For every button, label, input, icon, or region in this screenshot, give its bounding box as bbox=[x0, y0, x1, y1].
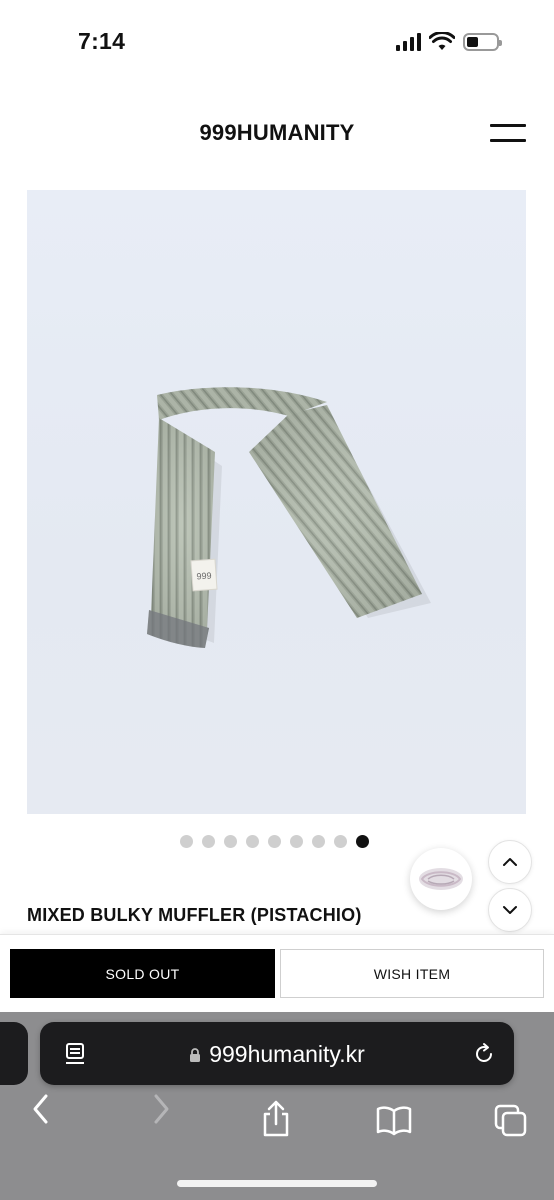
knit-scarf-photo: 999 bbox=[147, 387, 431, 648]
forward-icon[interactable] bbox=[150, 1092, 172, 1126]
scroll-up-button[interactable] bbox=[488, 840, 532, 884]
previous-tab-peek[interactable] bbox=[0, 1022, 28, 1085]
carousel-dot[interactable] bbox=[202, 835, 215, 848]
product-title: MIXED BULKY MUFFLER (PISTACHIO) bbox=[27, 905, 362, 925]
status-bar: 7:14 bbox=[0, 0, 554, 84]
reload-icon[interactable] bbox=[472, 1042, 496, 1066]
address-bar[interactable]: 999humanity.kr bbox=[40, 1022, 514, 1085]
url-text: 999humanity.kr bbox=[209, 1041, 365, 1067]
scroll-down-button[interactable] bbox=[488, 888, 532, 932]
brand-logo[interactable]: 999HUMANITY bbox=[0, 120, 554, 146]
wish-item-button[interactable]: WISH ITEM bbox=[280, 949, 544, 998]
hamburger-menu-icon[interactable] bbox=[490, 124, 526, 144]
action-bar: SOLD OUT WISH ITEM bbox=[0, 934, 554, 1012]
carousel-dot[interactable] bbox=[290, 835, 303, 848]
product-image[interactable]: 999 bbox=[27, 190, 526, 814]
chevron-down-icon bbox=[503, 906, 517, 914]
lock-icon bbox=[189, 1042, 201, 1062]
address-url[interactable]: 999humanity.kr bbox=[40, 1041, 514, 1068]
wifi-icon bbox=[429, 32, 455, 50]
floating-thumbnail-button[interactable] bbox=[410, 848, 472, 910]
carousel-dot[interactable] bbox=[334, 835, 347, 848]
scarf-thumbnail bbox=[419, 868, 463, 890]
home-indicator[interactable] bbox=[177, 1180, 377, 1187]
tabs-icon[interactable] bbox=[494, 1104, 528, 1138]
cellular-signal-icon bbox=[396, 33, 421, 51]
sold-out-button[interactable]: SOLD OUT bbox=[10, 949, 275, 998]
carousel-dot[interactable] bbox=[268, 835, 281, 848]
bookmarks-icon[interactable] bbox=[376, 1104, 412, 1136]
carousel-dot[interactable] bbox=[312, 835, 325, 848]
battery-icon bbox=[463, 33, 502, 51]
carousel-dot-active[interactable] bbox=[356, 835, 369, 848]
share-icon[interactable] bbox=[260, 1100, 292, 1138]
carousel-dot[interactable] bbox=[180, 835, 193, 848]
carousel-dots bbox=[180, 835, 369, 848]
carousel-dot[interactable] bbox=[246, 835, 259, 848]
back-icon[interactable] bbox=[30, 1092, 52, 1126]
status-icons bbox=[396, 31, 502, 53]
site-header: 999HUMANITY bbox=[0, 96, 554, 172]
status-time: 7:14 bbox=[78, 28, 126, 54]
carousel-dot[interactable] bbox=[224, 835, 237, 848]
svg-text:999: 999 bbox=[196, 570, 212, 581]
chevron-up-icon bbox=[503, 858, 517, 866]
